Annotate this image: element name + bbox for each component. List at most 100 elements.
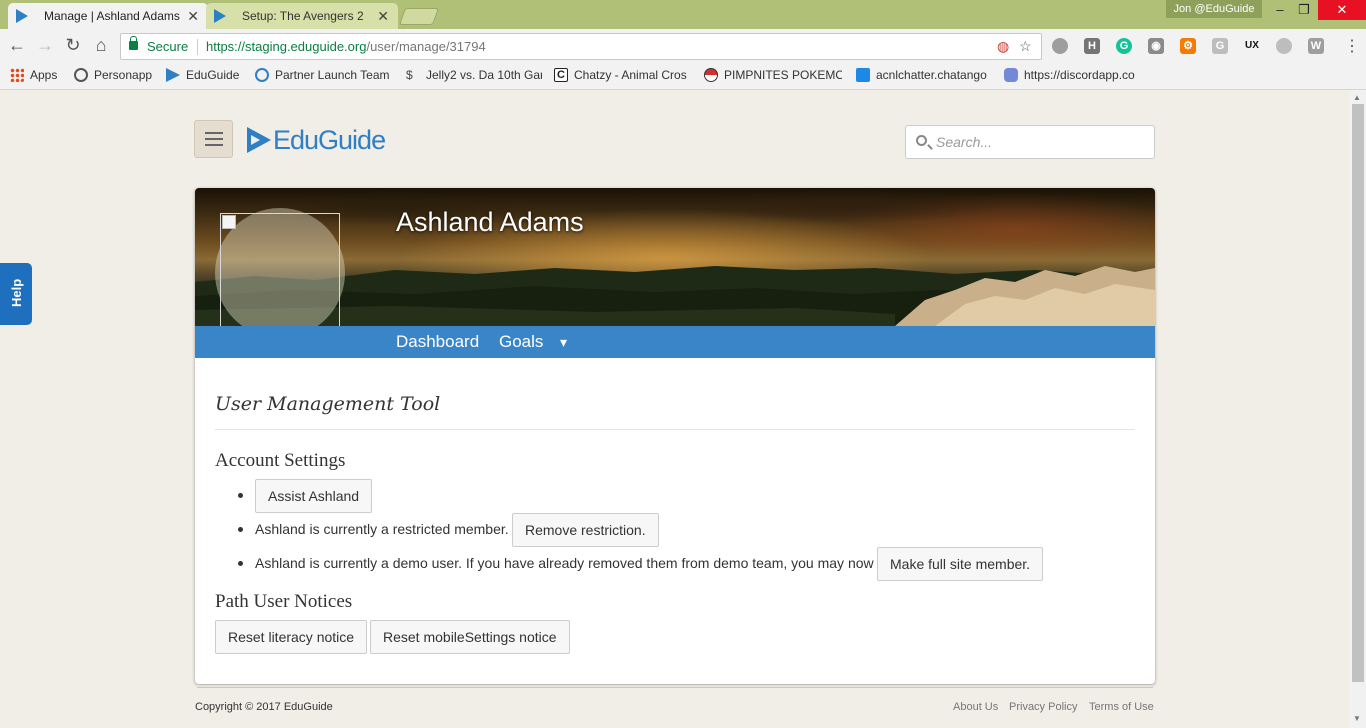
close-tab-icon[interactable]: ✕ <box>377 8 389 25</box>
home-icon[interactable]: ⌂ <box>90 35 112 56</box>
profile-badge[interactable]: Jon @EduGuide <box>1166 0 1262 18</box>
tab-title: Setup: The Avengers 2 <box>242 9 364 23</box>
assist-user-button[interactable]: Assist Ashland <box>255 479 373 513</box>
w-extension-icon[interactable]: W <box>1308 38 1324 54</box>
make-full-member-button[interactable]: Make full site member. <box>877 547 1044 581</box>
address-bar[interactable]: Secure https://staging.eduguide.org/user… <box>120 33 1042 60</box>
apps-grid-icon <box>10 68 24 82</box>
nav-goals[interactable]: Goals <box>499 332 543 352</box>
search-box[interactable] <box>905 125 1155 159</box>
bookmark-partner-launch-team[interactable]: Partner Launch Team <box>255 68 390 82</box>
close-tab-icon[interactable]: ✕ <box>187 8 199 25</box>
reset-literacy-notice-button[interactable]: Reset literacy notice <box>215 620 368 654</box>
restore-icon[interactable]: ❐ <box>1290 0 1318 20</box>
secure-label: Secure <box>147 39 189 54</box>
tab-manage-ashland-adams[interactable]: Manage | Ashland Adams ✕ <box>8 3 208 29</box>
page-title: User Management Tool <box>215 393 441 415</box>
bookmark-label: https://discordapp.co <box>1024 68 1135 82</box>
nav-dashboard[interactable]: Dashboard <box>396 332 479 352</box>
close-window-icon[interactable]: ✕ <box>1318 0 1366 20</box>
separator <box>197 39 198 55</box>
discord-icon <box>1004 68 1018 82</box>
search-input[interactable] <box>936 132 1146 152</box>
eduguide-logo[interactable]: EduGuide <box>247 124 386 155</box>
eduguide-favicon-icon <box>16 9 28 23</box>
lock-icon <box>129 36 138 50</box>
bookmark-apps[interactable]: Apps <box>10 68 65 82</box>
eduguide-favicon-icon <box>214 9 226 23</box>
logo-text: EduGuide <box>273 124 386 155</box>
grammarly-extension-icon[interactable]: G <box>1116 38 1132 54</box>
globe-extension-icon[interactable] <box>1052 38 1068 54</box>
bookmark-star-icon[interactable]: ☆ <box>1019 38 1032 55</box>
scroll-up-icon[interactable]: ▲ <box>1353 93 1361 102</box>
footer-link-about-us[interactable]: About Us <box>953 701 998 713</box>
camera-extension-icon[interactable]: ◉ <box>1148 38 1164 54</box>
hamburger-line <box>205 144 223 146</box>
profile-banner: Ashland Adams <box>195 188 1155 326</box>
bookmark-chatzy[interactable]: C Chatzy - Animal Cros <box>554 68 690 82</box>
pokeball-icon <box>704 68 718 82</box>
bookmark-jelly2[interactable]: $ Jelly2 vs. Da 10th Gar <box>406 68 542 82</box>
bookmark-label: Jelly2 vs. Da 10th Gar <box>426 68 542 82</box>
footer-link-privacy-policy[interactable]: Privacy Policy <box>1009 701 1077 713</box>
card-bottom-edge <box>197 685 1153 688</box>
divider <box>215 429 1135 430</box>
bookmark-eduguide[interactable]: EduGuide <box>166 68 246 82</box>
bookmark-personapp[interactable]: Personapp <box>74 68 158 82</box>
url-text[interactable]: https://staging.eduguide.org/user/manage… <box>206 39 486 54</box>
footer-link-terms-of-use[interactable]: Terms of Use <box>1089 701 1154 713</box>
browser-tab-strip: Manage | Ashland Adams ✕ Setup: The Aven… <box>0 0 1366 29</box>
new-tab-button[interactable] <box>398 8 440 25</box>
partner-icon <box>255 68 269 82</box>
bookmark-label: EduGuide <box>186 68 240 82</box>
help-label: Help <box>9 278 24 307</box>
eduguide-icon <box>166 68 180 82</box>
reset-mobile-settings-notice-button[interactable]: Reset mobileSettings notice <box>370 620 570 654</box>
bookmark-label: Apps <box>30 68 58 82</box>
circle-extension-icon[interactable] <box>1276 38 1292 54</box>
hubspot-extension-icon[interactable]: ⚙ <box>1180 38 1196 54</box>
avatar[interactable] <box>220 213 340 326</box>
nav-more-dropdown-icon[interactable]: ▾ <box>560 334 567 351</box>
chrome-menu-icon[interactable]: ⋮ <box>1344 36 1360 56</box>
g-extension-icon[interactable]: G <box>1212 38 1228 54</box>
chatango-icon <box>856 68 870 82</box>
profile-card: Ashland Adams Dashboard Goals ▾ User Man… <box>195 188 1155 684</box>
remove-restriction-button[interactable]: Remove restriction. <box>512 513 659 547</box>
bookmark-label: acnlchatter.chatango <box>876 68 987 82</box>
forward-arrow-icon[interactable]: → <box>34 35 56 56</box>
shield-blocked-icon[interactable]: ◍ <box>997 38 1009 55</box>
chatzy-icon: C <box>554 68 568 82</box>
restricted-status-text: Ashland is currently a restricted member… <box>255 521 509 537</box>
jelly-icon: $ <box>406 68 413 82</box>
demo-status-text: Ashland is currently a demo user. If you… <box>255 555 874 571</box>
bookmark-label: Partner Launch Team <box>275 68 390 82</box>
h-extension-icon[interactable]: H <box>1084 38 1100 54</box>
bookmark-acnlchatter[interactable]: acnlchatter.chatango <box>856 68 990 82</box>
broken-image-icon <box>222 215 236 229</box>
bookmark-label: Chatzy - Animal Cros <box>574 68 687 82</box>
back-arrow-icon[interactable]: ← <box>6 35 28 56</box>
hamburger-menu-button[interactable] <box>194 120 233 158</box>
search-icon <box>916 135 927 146</box>
eduguide-logo-mark-icon <box>247 127 271 153</box>
list-bullet <box>238 493 243 498</box>
hamburger-line <box>205 138 223 140</box>
bookmark-pimpnites-pokemon[interactable]: PIMPNITES POKEMO <box>704 68 842 82</box>
url-path: /user/manage/31794 <box>366 39 486 54</box>
copyright-text: Copyright © 2017 EduGuide <box>195 701 333 713</box>
profile-subnav: Dashboard Goals ▾ <box>195 326 1155 358</box>
bookmark-label: PIMPNITES POKEMO <box>724 68 842 82</box>
tab-setup-avengers[interactable]: Setup: The Avengers 2 ✕ <box>206 3 398 29</box>
hamburger-line <box>205 132 223 134</box>
help-tab[interactable]: Help <box>0 263 32 325</box>
scrollbar-thumb[interactable] <box>1352 104 1364 682</box>
profile-name: Ashland Adams <box>396 207 584 237</box>
url-host: https://staging.eduguide.org <box>206 39 367 54</box>
list-bullet <box>238 561 243 566</box>
scroll-down-icon[interactable]: ▼ <box>1353 714 1361 723</box>
ux-extension-icon[interactable]: UX <box>1244 38 1260 54</box>
bookmark-discord[interactable]: https://discordapp.co <box>1004 68 1142 82</box>
reload-icon[interactable]: ↻ <box>62 35 84 56</box>
